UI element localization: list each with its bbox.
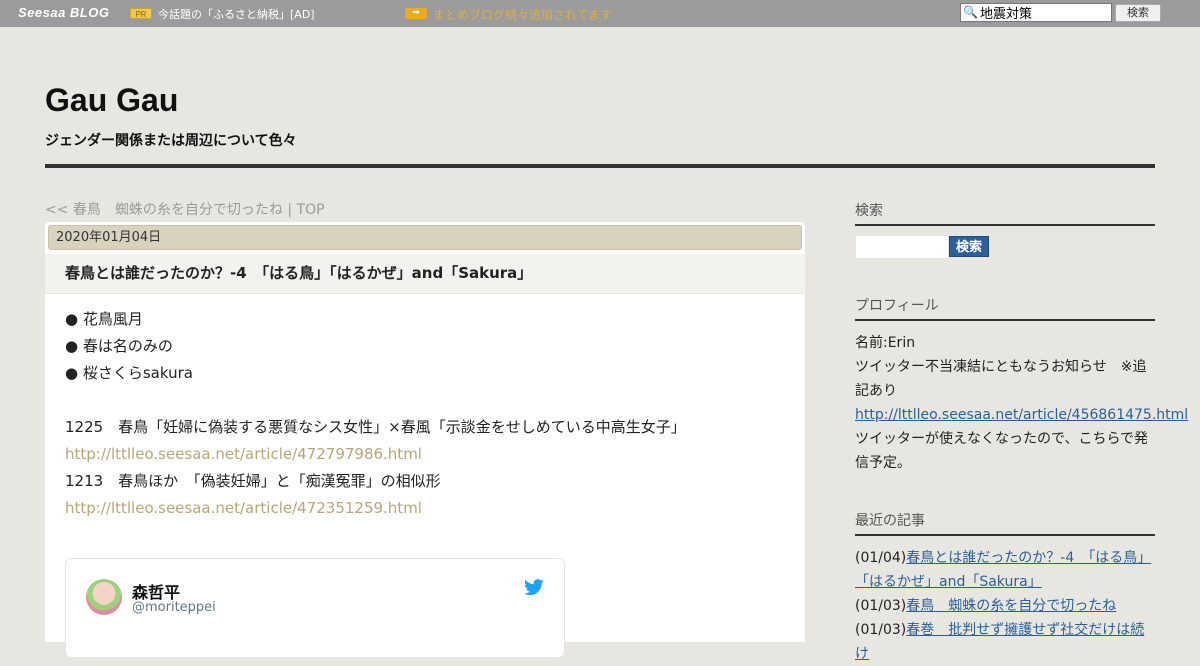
top-search-input[interactable] xyxy=(980,4,1108,21)
search-icon: 🔍 xyxy=(963,5,978,19)
embedded-tweet[interactable]: 森哲平 @moriteppei xyxy=(65,558,565,658)
recent-date: (01/03) xyxy=(855,622,907,638)
sidebar-search-heading: 検索 xyxy=(855,200,1155,226)
pr-ad-link[interactable]: 今話題の「ふるさと納税」[AD] xyxy=(158,6,315,22)
top-search-button[interactable]: 検索 xyxy=(1115,4,1161,22)
sidebar-search-section: 検索 xyxy=(855,200,1155,226)
site-description: ジェンダー関係または周辺について色々 xyxy=(45,133,297,149)
recent-link[interactable]: 春鳥とは誰だったのか？-4 「はる鳥」 xyxy=(906,550,1151,566)
bullet-item: ● 春は名のみの xyxy=(65,337,173,355)
top-link[interactable]: TOP xyxy=(297,202,325,218)
top-bar: Seesaa BLOG PR 今話題の「ふるさと納税」[AD] ➡ まとめブログ… xyxy=(0,0,1200,27)
list-item: (01/04)春鳥とは誰だったのか？-4 「はる鳥」 xyxy=(855,546,1155,570)
recent-list: (01/04)春鳥とは誰だったのか？-4 「はる鳥」 「はるかぜ」and「Sak… xyxy=(855,546,1155,666)
nav-separator: | xyxy=(282,202,297,218)
sidebar-search-input[interactable] xyxy=(855,235,949,259)
recent-date: (01/04) xyxy=(855,550,907,566)
seesaa-logo[interactable]: Seesaa BLOG xyxy=(18,5,110,20)
article: 2020年01月04日 春鳥とは誰だったのか？-4 「はる鳥」「はるかぜ」and… xyxy=(45,222,805,658)
profile-name: 名前:Erin xyxy=(855,335,916,351)
prev-article-link[interactable]: << 春鳥 蜘蛛の糸を自分で切ったね xyxy=(45,202,283,218)
recent-date: (01/03) xyxy=(855,598,907,614)
profile-line: 信予定。 xyxy=(855,455,911,471)
list-item: (01/03)春鳥 蜘蛛の糸を自分で切ったね xyxy=(855,594,1155,618)
article-title[interactable]: 春鳥とは誰だったのか？-4 「はる鳥」「はるかぜ」and「Sakura」 xyxy=(45,254,805,294)
entry-text: 1213 春鳥ほか 「偽装妊婦」と「痴漢冤罪」の相似形 xyxy=(65,472,441,490)
sidebar-recent-section: 最近の記事 (01/04)春鳥とは誰だったのか？-4 「はる鳥」 「はるかぜ」a… xyxy=(855,510,1155,666)
bullet-item: ● 桜さくらsakura xyxy=(65,364,193,382)
recent-link[interactable]: 春鳥 蜘蛛の糸を自分で切ったね xyxy=(906,598,1116,614)
profile-body: 名前:Erin ツイッター不当凍結にともなうお知らせ ※追 記あり http:/… xyxy=(855,331,1188,475)
sidebar-recent-heading: 最近の記事 xyxy=(855,510,1155,536)
entry-link[interactable]: http://lttlleo.seesaa.net/article/472351… xyxy=(65,495,785,522)
blog-notice-link[interactable]: まとめブログ続々追加されてます xyxy=(433,6,612,23)
header-divider xyxy=(45,164,1155,168)
pr-badge: PR xyxy=(130,8,152,19)
profile-line: ツイッターが使えなくなったので、こちらで発 xyxy=(855,431,1149,447)
tweet-author-handle[interactable]: @moriteppei xyxy=(132,600,216,615)
sidebar-profile-section: プロフィール 名前:Erin ツイッター不当凍結にともなうお知らせ ※追 記あり… xyxy=(855,295,1188,475)
arrow-right-icon: ➡ xyxy=(405,8,427,19)
list-item: (01/03)春巻 批判せず擁護せず社交だけは続け xyxy=(855,618,1155,666)
site-title[interactable]: Gau Gau xyxy=(45,82,178,119)
entry-text: 1225 春鳥「妊婦に偽装する悪質なシス女性」×春風「示談金をせしめている中高生… xyxy=(65,418,686,436)
profile-line: 記あり xyxy=(855,383,897,399)
sidebar-profile-heading: プロフィール xyxy=(855,295,1155,321)
list-item: 「はるかぜ」and「Sakura」 xyxy=(855,570,1155,594)
article-nav: << 春鳥 蜘蛛の糸を自分で切ったね | TOP xyxy=(45,199,325,219)
sidebar-search-button[interactable]: 検索 xyxy=(949,236,989,257)
profile-link[interactable]: http://lttlleo.seesaa.net/article/456861… xyxy=(855,403,1188,427)
bullet-item: ● 花鳥風月 xyxy=(65,310,143,328)
profile-line: ツイッター不当凍結にともなうお知らせ ※追 xyxy=(855,359,1147,375)
article-body: ● 花鳥風月 ● 春は名のみの ● 桜さくらsakura 1225 春鳥「妊婦に… xyxy=(65,306,785,522)
article-date: 2020年01月04日 xyxy=(48,225,802,250)
twitter-bird-icon[interactable] xyxy=(524,577,544,597)
entry-link[interactable]: http://lttlleo.seesaa.net/article/472797… xyxy=(65,441,785,468)
recent-link[interactable]: 「はるかぜ」and「Sakura」 xyxy=(855,574,1042,590)
avatar[interactable] xyxy=(86,579,122,615)
top-search-box[interactable]: 🔍 xyxy=(960,3,1112,22)
